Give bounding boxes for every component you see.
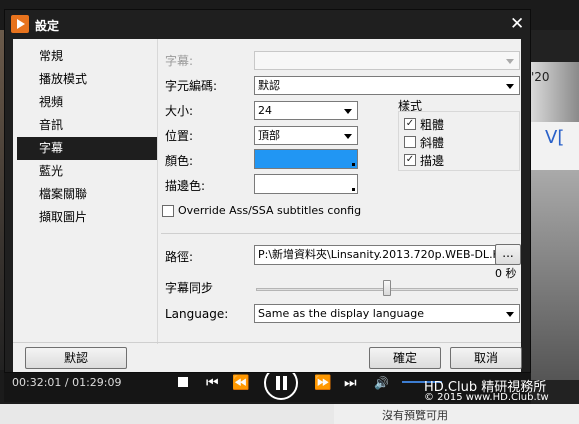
sync-label: 字幕同步 (165, 281, 214, 295)
dialog-footer: 默認 確定 取消 (13, 344, 522, 372)
color-picker[interactable] (254, 149, 358, 169)
dialog-titlebar[interactable]: 設定 ✕ (5, 10, 530, 39)
cancel-button[interactable]: 取消 (450, 347, 522, 369)
italic-checkbox[interactable] (404, 136, 416, 148)
browse-button[interactable]: ... (495, 244, 521, 265)
charset-value: 默認 (258, 79, 280, 92)
path-input[interactable]: P:\新增資料夾\Linsanity.2013.720p.WEB-DL.H2 (254, 245, 518, 265)
outline-color-picker[interactable] (254, 174, 358, 194)
nav-divider (157, 39, 158, 344)
pause-icon-bar-right (283, 376, 287, 390)
size-select[interactable]: 24 (254, 101, 358, 120)
settings-dialog: 設定 ✕ 常規 播放模式 視頻 音訊 字幕 藍光 檔案關聯 擷取圖片 字幕: 字… (4, 9, 531, 373)
override-checkbox[interactable] (162, 205, 174, 217)
chevron-down-icon (506, 84, 514, 89)
status-area (0, 404, 334, 424)
outline-label: 描邊 (420, 154, 445, 168)
playlist-thumbnail-2[interactable] (531, 170, 579, 380)
charset-select[interactable]: 默認 (254, 76, 520, 95)
settings-content: 常規 播放模式 視頻 音訊 字幕 藍光 檔案關聯 擷取圖片 字幕: 字元編碼: … (13, 39, 521, 344)
volume-icon[interactable]: 🔊 (374, 376, 389, 390)
language-label: Language: (165, 307, 229, 321)
nav-item-capture[interactable]: 擷取圖片 (17, 206, 157, 229)
size-label: 大小: (165, 104, 194, 118)
fast-forward-icon[interactable]: ⏩ (314, 376, 331, 390)
chevron-down-icon (506, 312, 514, 317)
app-logo-icon (11, 15, 29, 33)
override-label: Override Ass/SSA subtitles config (178, 204, 362, 217)
bold-label: 粗體 (420, 118, 445, 132)
language-select[interactable]: Same as the display language (254, 304, 520, 323)
section-divider (161, 233, 521, 234)
outline-checkbox[interactable]: ✓ (404, 154, 416, 166)
footer-divider (13, 342, 521, 343)
nav-item-file-association[interactable]: 檔案關聯 (17, 183, 157, 206)
playlist-title-fragment-2: V[ (545, 127, 565, 148)
italic-label: 斜體 (420, 136, 445, 150)
style-group (398, 111, 520, 171)
nav-item-audio[interactable]: 音訊 (17, 114, 157, 137)
chevron-down-icon (506, 59, 514, 64)
outline-color-label: 描邊色: (165, 179, 206, 193)
playback-time: 00:32:01 / 01:29:09 (12, 376, 122, 389)
position-value: 頂部 (258, 129, 280, 142)
nav-item-bluray[interactable]: 藍光 (17, 160, 157, 183)
dialog-title: 設定 (35, 19, 60, 33)
outline-color-picker-corner (352, 188, 355, 191)
language-value: Same as the display language (258, 307, 424, 320)
nav-item-video[interactable]: 視頻 (17, 91, 157, 114)
next-icon[interactable]: ⏭ (344, 376, 357, 390)
chevron-down-icon (344, 109, 352, 114)
nav-item-playback-mode[interactable]: 播放模式 (17, 68, 157, 91)
position-select[interactable]: 頂部 (254, 126, 358, 145)
stop-icon[interactable] (178, 377, 188, 387)
sync-value: 0 秒 (495, 267, 517, 280)
pause-icon-bar-left (276, 376, 280, 390)
sync-slider-thumb[interactable] (383, 280, 391, 296)
size-value: 24 (258, 104, 272, 117)
charset-label: 字元編碼: (165, 79, 218, 93)
watermark-copyright: © 2015 www.HD.Club.tw (424, 392, 549, 403)
bold-checkbox[interactable]: ✓ (404, 118, 416, 130)
settings-nav: 常規 播放模式 視頻 音訊 字幕 藍光 檔案關聯 擷取圖片 (17, 45, 157, 229)
no-preview-text: 沒有預覽可用 (382, 409, 448, 422)
color-picker-corner (352, 163, 355, 166)
rewind-icon[interactable]: ⏪ (232, 376, 249, 390)
subtitle-track-label: 字幕: (165, 54, 194, 68)
path-label: 路徑: (165, 250, 194, 264)
nav-item-general[interactable]: 常規 (17, 45, 157, 68)
ok-button[interactable]: 確定 (369, 347, 441, 369)
preview-area (334, 404, 579, 424)
close-icon[interactable]: ✕ (510, 14, 524, 34)
default-button[interactable]: 默認 (25, 347, 127, 369)
color-label: 顏色: (165, 154, 194, 168)
path-value: P:\新增資料夾\Linsanity.2013.720p.WEB-DL.H2 (258, 248, 508, 261)
previous-icon[interactable]: ⏮ (206, 376, 219, 390)
subtitle-track-select (254, 51, 520, 70)
playlist-title-fragment: '20 (531, 70, 550, 84)
chevron-down-icon (344, 134, 352, 139)
nav-item-subtitle[interactable]: 字幕 (17, 137, 157, 160)
position-label: 位置: (165, 129, 194, 143)
